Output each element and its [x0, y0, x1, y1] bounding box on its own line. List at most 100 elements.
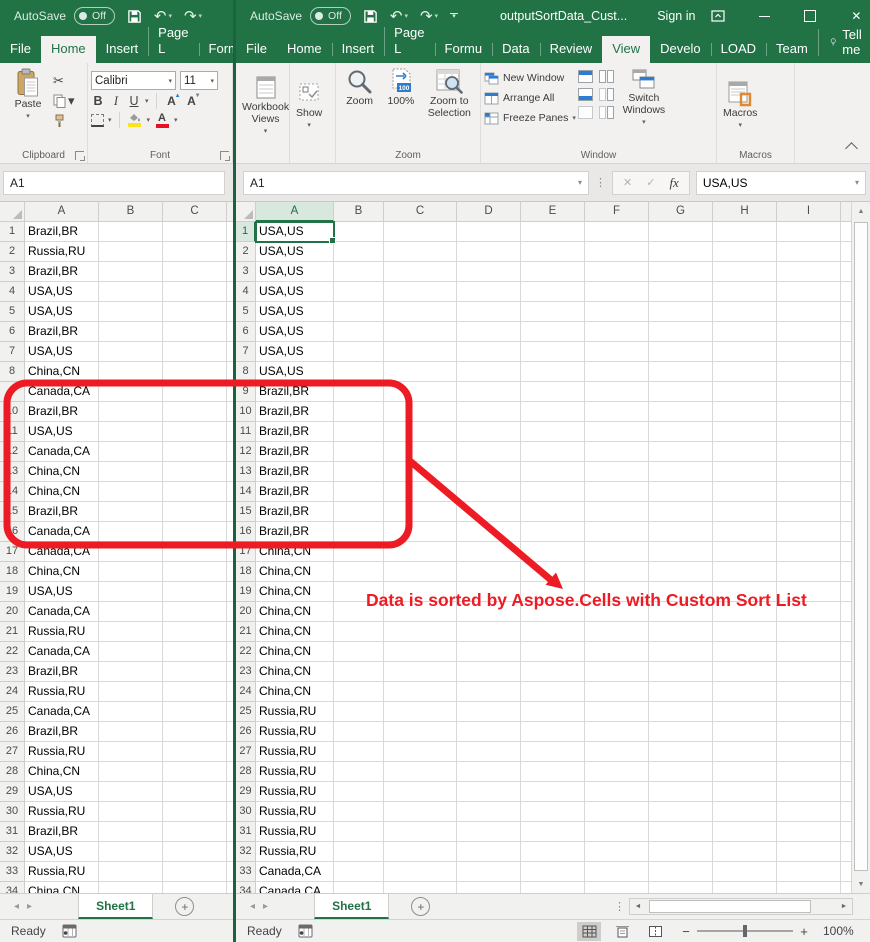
grid-cell[interactable] [649, 282, 713, 302]
show-button[interactable]: Show ▾ [293, 79, 325, 134]
grid-cell[interactable] [521, 702, 585, 722]
grid-cell[interactable] [585, 242, 649, 262]
grid-cell[interactable]: Russia,RU [256, 742, 334, 762]
grid-cell[interactable] [713, 762, 777, 782]
grid-cell[interactable] [585, 462, 649, 482]
select-all-corner[interactable] [0, 202, 25, 222]
grid-cell[interactable] [334, 502, 384, 522]
grid-cell[interactable] [457, 822, 521, 842]
row-header[interactable]: 1 [0, 222, 25, 242]
row-header[interactable]: 34 [236, 882, 256, 893]
grid-cell[interactable]: Russia,RU [25, 742, 99, 762]
row-header[interactable]: 29 [0, 782, 25, 802]
grid-cell[interactable] [713, 282, 777, 302]
grid-cell[interactable]: USA,US [25, 582, 99, 602]
grid-cell[interactable] [521, 802, 585, 822]
grid-cell[interactable]: Russia,RU [256, 702, 334, 722]
grid-cell[interactable] [777, 762, 841, 782]
grid-cell[interactable] [777, 562, 841, 582]
row-header[interactable]: 1 [236, 222, 256, 242]
grid-cell[interactable] [457, 702, 521, 722]
grid-cell[interactable] [334, 222, 384, 242]
grid-cell[interactable]: Russia,RU [25, 622, 99, 642]
grid-cell[interactable] [334, 702, 384, 722]
grid-cell[interactable] [777, 402, 841, 422]
grid-cell[interactable] [585, 482, 649, 502]
grid-cell[interactable]: Brazil,BR [256, 402, 334, 422]
zoom-to-selection-button[interactable]: Zoom to Selection [422, 66, 477, 146]
row-header[interactable]: 11 [236, 422, 256, 442]
grid-cell[interactable] [334, 362, 384, 382]
grid-cell[interactable] [384, 502, 457, 522]
grid-cell[interactable] [777, 282, 841, 302]
grid-cell[interactable] [99, 782, 163, 802]
arrange-all-button[interactable]: Arrange All [484, 88, 576, 108]
row-header[interactable]: 15 [0, 502, 25, 522]
page-layout-view-button[interactable] [610, 922, 634, 941]
grid-cell[interactable] [163, 222, 227, 242]
grid-cell[interactable] [99, 382, 163, 402]
ribbon-tab[interactable]: File [236, 36, 277, 63]
grid-cell[interactable] [521, 602, 585, 622]
grid-cell[interactable]: USA,US [25, 782, 99, 802]
ribbon-tab[interactable]: Develo [650, 36, 710, 63]
grid-cell[interactable] [99, 802, 163, 822]
ribbon-tab[interactable]: Formu [435, 36, 493, 63]
grid-cell[interactable] [457, 422, 521, 442]
grid-cell[interactable] [457, 502, 521, 522]
grid-cell[interactable] [585, 602, 649, 622]
view-side-by-side-button[interactable] [599, 70, 606, 83]
grid-cell[interactable] [99, 462, 163, 482]
grid-cell[interactable] [457, 242, 521, 262]
grid-cell[interactable] [163, 862, 227, 882]
grid-cell[interactable] [649, 742, 713, 762]
row-header[interactable]: 16 [0, 522, 25, 542]
row-header[interactable]: 31 [0, 822, 25, 842]
row-header[interactable]: 22 [0, 642, 25, 662]
row-header[interactable]: 21 [236, 622, 256, 642]
row-header[interactable]: 9 [236, 382, 256, 402]
grid-cell[interactable]: Russia,RU [25, 242, 99, 262]
grid-cell[interactable] [777, 382, 841, 402]
grid-cell[interactable] [163, 682, 227, 702]
grid-cell[interactable] [99, 422, 163, 442]
grid-cell[interactable] [777, 702, 841, 722]
font-size-select[interactable]: 11▾ [180, 71, 218, 90]
grid-cell[interactable] [585, 302, 649, 322]
grid-cell[interactable] [457, 462, 521, 482]
grid-cell[interactable] [99, 842, 163, 862]
grid-cell[interactable] [384, 562, 457, 582]
grid-cell[interactable] [384, 262, 457, 282]
grid-cell[interactable] [384, 522, 457, 542]
column-header[interactable]: E [521, 202, 585, 222]
switch-windows-button[interactable]: Switch Windows ▾ [610, 66, 678, 146]
grid-cell[interactable] [457, 662, 521, 682]
grid-cell[interactable] [163, 362, 227, 382]
grid-cell[interactable] [649, 322, 713, 342]
grid-cell[interactable] [457, 642, 521, 662]
grid-cell[interactable] [384, 642, 457, 662]
grid-cell[interactable]: Brazil,BR [25, 322, 99, 342]
italic-button[interactable]: I [109, 94, 123, 109]
row-header[interactable]: 6 [236, 322, 256, 342]
grid-cell[interactable] [99, 602, 163, 622]
grid-cell[interactable] [649, 662, 713, 682]
grid-cell[interactable] [521, 562, 585, 582]
grid-cell[interactable] [334, 442, 384, 462]
row-header[interactable]: 23 [236, 662, 256, 682]
row-header[interactable]: 8 [236, 362, 256, 382]
grid-cell[interactable] [384, 222, 457, 242]
grid-cell[interactable] [777, 422, 841, 442]
grid-cell[interactable] [99, 762, 163, 782]
sheet-tab[interactable]: Sheet1 [78, 894, 153, 919]
scroll-up-icon[interactable]: ▲ [852, 202, 870, 220]
grid-cell[interactable] [99, 702, 163, 722]
grid-cell[interactable] [649, 582, 713, 602]
grid-cell[interactable] [334, 582, 384, 602]
row-header[interactable]: 23 [0, 662, 25, 682]
grid-cell[interactable] [334, 562, 384, 582]
grid-cell[interactable] [649, 822, 713, 842]
borders-button[interactable] [91, 114, 104, 127]
grid-cell[interactable] [521, 722, 585, 742]
row-header[interactable]: 29 [236, 782, 256, 802]
